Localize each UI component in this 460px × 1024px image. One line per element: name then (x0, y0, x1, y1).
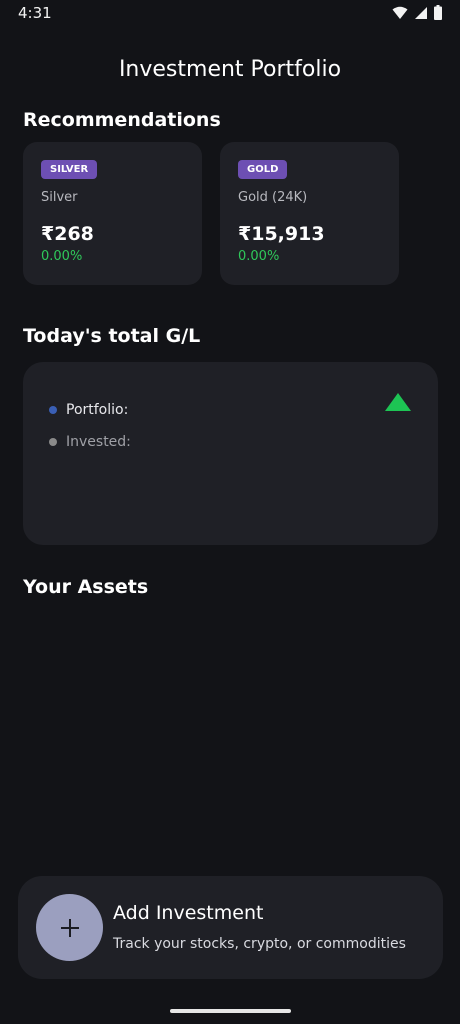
asset-name: Gold (24K) (238, 190, 308, 205)
asset-price: ₹15,913 (238, 223, 325, 245)
add-investment-subtitle: Track your stocks, crypto, or commoditie… (113, 936, 406, 952)
asset-change: 0.00% (41, 249, 83, 264)
asset-name: Silver (41, 190, 78, 205)
assets-heading: Your Assets (23, 576, 149, 598)
asset-badge: SILVER (41, 160, 98, 179)
gain-loss-heading: Today's total G/L (23, 325, 201, 347)
recommendations-heading: Recommendations (23, 109, 221, 131)
gesture-nav-handle[interactable] (170, 1009, 291, 1013)
wifi-icon (392, 6, 408, 19)
status-bar: 4:31 (0, 0, 460, 28)
page-title: Investment Portfolio (118, 57, 342, 82)
recommendation-card-gold[interactable]: GOLD Gold (24K) ₹15,913 0.00% (220, 142, 399, 285)
status-time: 4:31 (18, 4, 52, 22)
asset-badge: GOLD (238, 160, 288, 179)
portfolio-legend: Portfolio: (49, 402, 128, 418)
cellular-signal-icon (415, 6, 427, 19)
plus-icon (60, 918, 79, 937)
add-investment-panel[interactable]: Add Investment Track your stocks, crypto… (18, 876, 443, 979)
status-icons (392, 5, 442, 20)
recommendation-card-silver[interactable]: SILVER Silver ₹268 0.00% (23, 142, 202, 285)
invested-label: Invested: (66, 434, 131, 450)
invested-dot-icon (49, 438, 57, 446)
portfolio-label: Portfolio: (66, 402, 129, 418)
triangle-up-icon (385, 393, 411, 411)
asset-price: ₹268 (41, 223, 94, 245)
battery-icon (434, 5, 442, 20)
gain-loss-card: Portfolio: Invested: (23, 362, 438, 545)
add-investment-button[interactable] (36, 894, 103, 961)
portfolio-dot-icon (49, 406, 57, 414)
add-investment-title: Add Investment (113, 902, 264, 924)
asset-change: 0.00% (238, 249, 280, 264)
invested-legend: Invested: (49, 434, 131, 450)
